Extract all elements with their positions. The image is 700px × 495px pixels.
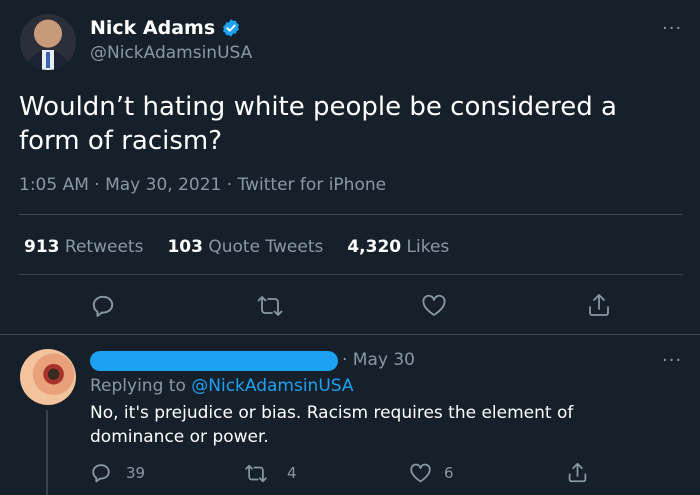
reply-text: No, it's prejudice or bias. Racism requi… — [90, 403, 574, 447]
quotes-count: 103 — [167, 237, 203, 257]
likes-stat[interactable]: 4,320 Likes — [347, 237, 449, 257]
redacted-author-name — [90, 351, 338, 371]
tweet-meta[interactable]: 1:05 AM · May 30, 2021 · Twitter for iPh… — [19, 175, 386, 195]
retweets-stat[interactable]: 913 Retweets — [24, 237, 143, 257]
reply-more-options-icon[interactable]: ··· — [662, 350, 682, 371]
verified-badge-icon — [223, 19, 240, 37]
replying-handle-link[interactable]: @NickAdamsinUSA — [191, 376, 353, 396]
reply-reply-icon[interactable] — [90, 462, 112, 484]
divider — [0, 334, 700, 335]
author-name-row[interactable]: Nick Adams — [90, 17, 241, 39]
reply-icon[interactable] — [90, 293, 116, 319]
author-handle[interactable]: @NickAdamsinUSA — [90, 43, 252, 63]
retweet-icon[interactable] — [256, 294, 284, 318]
reply-share-icon[interactable] — [567, 461, 588, 484]
likes-label: Likes — [406, 237, 450, 257]
like-icon[interactable] — [421, 294, 447, 318]
author-avatar[interactable] — [20, 14, 76, 70]
quotes-stat[interactable]: 103 Quote Tweets — [167, 237, 323, 257]
divider — [19, 274, 683, 275]
reply-retweet-icon[interactable] — [244, 463, 268, 484]
replying-to: Replying to @NickAdamsinUSA — [90, 376, 354, 396]
reply-date[interactable]: · May 30 — [342, 350, 415, 370]
divider — [19, 214, 683, 215]
tweet-stats: 913 Retweets 103 Quote Tweets 4,320 Like… — [24, 237, 449, 257]
likes-count: 4,320 — [347, 237, 402, 257]
reply-retweet-count: 4 — [287, 464, 297, 482]
reply-reply-count: 39 — [126, 464, 146, 482]
thread-line — [46, 410, 48, 495]
share-icon[interactable] — [587, 292, 611, 318]
more-options-icon[interactable]: ··· — [662, 18, 682, 39]
reply-like-count: 6 — [444, 464, 454, 482]
author-name[interactable]: Nick Adams — [90, 17, 215, 39]
tweet-text: Wouldn’t hating white people be consider… — [19, 92, 617, 156]
retweets-label: Retweets — [64, 237, 144, 257]
retweets-count: 913 — [24, 237, 60, 257]
quotes-label: Quote Tweets — [208, 237, 324, 257]
replying-prefix: Replying to — [90, 376, 186, 396]
reply-author-avatar[interactable] — [20, 349, 76, 405]
reply-like-icon[interactable] — [409, 463, 432, 484]
